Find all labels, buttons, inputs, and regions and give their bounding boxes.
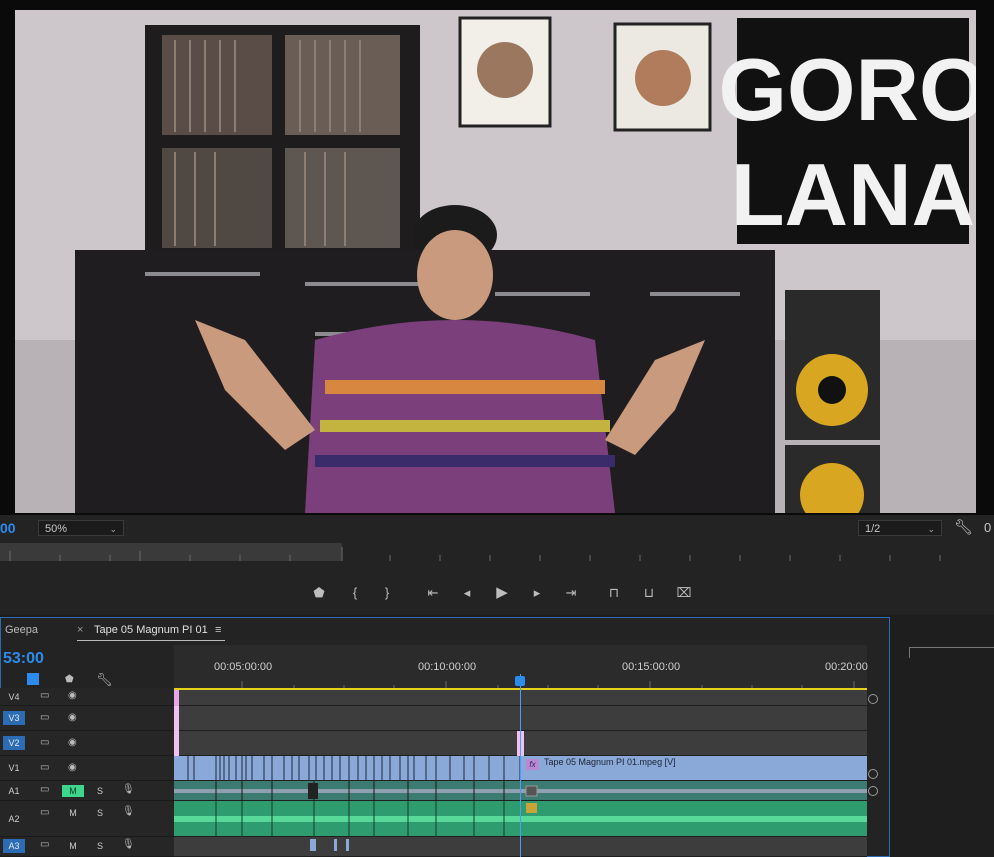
clip[interactable] (310, 839, 316, 851)
tab-sequence[interactable]: Tape 05 Magnum PI 01 (94, 624, 208, 636)
track-label-v1[interactable]: V1 (3, 761, 25, 775)
track-header-v2: V2 ▭ ◉ (0, 731, 174, 756)
logo-text-1: GORO (719, 40, 976, 139)
export-frame-button[interactable]: ⌧ (675, 584, 693, 602)
chevron-down-icon: ⌄ (927, 524, 935, 534)
track-header-v4: V4 ▭ ◉ (0, 688, 174, 706)
monitor-scrub-bar[interactable] (0, 543, 994, 563)
wrench-icon[interactable]: 🔧︎ (954, 518, 973, 536)
eye-icon[interactable]: ◉ (68, 762, 77, 773)
clip[interactable] (334, 839, 337, 851)
clip[interactable] (174, 690, 179, 706)
solo-button[interactable]: S (92, 807, 108, 819)
zoom-select[interactable]: 50% ⌄ (38, 520, 124, 536)
tab-geepa[interactable]: Geepa (5, 624, 38, 636)
tab-menu-icon[interactable]: ≡ (215, 624, 221, 636)
track-height-handle[interactable] (868, 769, 878, 779)
add-marker-button[interactable]: ⬟ (310, 584, 328, 602)
fx-badge: fx (526, 759, 539, 770)
track-header-a3: A3 ▭ M S 🎙︎ (0, 837, 174, 857)
eye-icon[interactable]: ◉ (68, 737, 77, 748)
microphone-icon[interactable]: 🎙︎ (122, 784, 135, 795)
tab-close-icon[interactable]: × (77, 624, 83, 636)
go-to-in-button[interactable]: ⇤ (424, 584, 442, 602)
film-icon[interactable]: ▭ (40, 712, 49, 723)
track-label-a1[interactable]: A1 (3, 784, 25, 798)
track-label-v4[interactable]: V4 (3, 690, 25, 704)
go-to-out-button[interactable]: ⇥ (562, 584, 580, 602)
clip-label[interactable]: Tape 05 Magnum PI 01.mpeg [V] (544, 757, 676, 767)
track-height-handle[interactable] (868, 786, 878, 796)
video-frame-image: GORO LANA (15, 10, 976, 513)
resolution-select[interactable]: 1/2 ⌄ (858, 520, 942, 536)
film-icon[interactable]: ▭ (40, 690, 49, 701)
track-header-a1: A1 ▭ M S 🎙︎ (0, 781, 174, 801)
active-tab-underline (77, 640, 225, 641)
film-icon[interactable]: ▭ (40, 762, 49, 773)
track-label-a2[interactable]: A2 (3, 812, 25, 826)
track-header-v1: V1 ▭ ◉ (0, 756, 174, 781)
chevron-down-icon: ⌄ (109, 524, 117, 534)
program-timecode[interactable]: 00 (0, 520, 16, 536)
clip[interactable] (346, 839, 349, 851)
clip[interactable] (174, 706, 179, 731)
track-height-handle[interactable] (868, 694, 878, 704)
eye-icon[interactable]: ◉ (68, 712, 77, 723)
playhead-handle[interactable] (515, 676, 525, 686)
panel-frame (909, 647, 994, 658)
track-label-a3[interactable]: A3 (3, 839, 25, 853)
logo-text-2: LANA (731, 145, 975, 244)
step-back-icon[interactable]: ◂ (458, 584, 476, 602)
lift-button[interactable]: ⊓ (605, 584, 623, 602)
video-frame: GORO LANA (15, 10, 976, 513)
play-button[interactable]: ▶ (493, 584, 511, 602)
step-forward-icon[interactable]: ▸ (528, 584, 546, 602)
film-icon[interactable]: ▭ (40, 807, 49, 818)
mute-button[interactable]: M (65, 840, 81, 852)
film-icon[interactable]: ▭ (40, 784, 49, 795)
wrench-icon[interactable]: 🔧︎ (96, 672, 113, 688)
right-side-panel (891, 617, 994, 857)
film-icon[interactable]: ▭ (40, 839, 49, 850)
solo-button[interactable]: S (92, 840, 108, 852)
microphone-icon[interactable]: 🎙︎ (122, 806, 135, 817)
mute-button[interactable]: M (62, 785, 84, 797)
marker-icon[interactable]: ⬟ (65, 674, 74, 685)
eye-icon[interactable]: ◉ (68, 690, 77, 701)
track-label-v3[interactable]: V3 (3, 711, 25, 725)
clip[interactable] (174, 731, 179, 756)
mark-out-button[interactable]: } (378, 584, 396, 602)
playhead-line[interactable] (520, 674, 521, 857)
snap-icon[interactable] (27, 673, 39, 685)
track-header-a2: A2 ▭ M S 🎙︎ (0, 801, 174, 837)
resolution-value: 1/2 (865, 523, 881, 535)
zoom-value: 50% (45, 523, 68, 535)
film-icon[interactable]: ▭ (40, 737, 49, 748)
mark-in-button[interactable]: { (346, 584, 364, 602)
program-monitor: GORO LANA (0, 0, 994, 515)
extract-button[interactable]: ⊔ (640, 584, 658, 602)
track-label-v2[interactable]: V2 (3, 736, 25, 750)
track-header-v3: V3 ▭ ◉ (0, 706, 174, 731)
sequence-timecode[interactable]: 53:00 (3, 650, 44, 668)
microphone-icon[interactable]: 🎙︎ (122, 839, 135, 850)
mute-button[interactable]: M (65, 807, 81, 819)
solo-button[interactable]: S (92, 785, 108, 797)
scrub-ruler (0, 543, 941, 561)
duration-timecode: 0 (984, 520, 992, 535)
